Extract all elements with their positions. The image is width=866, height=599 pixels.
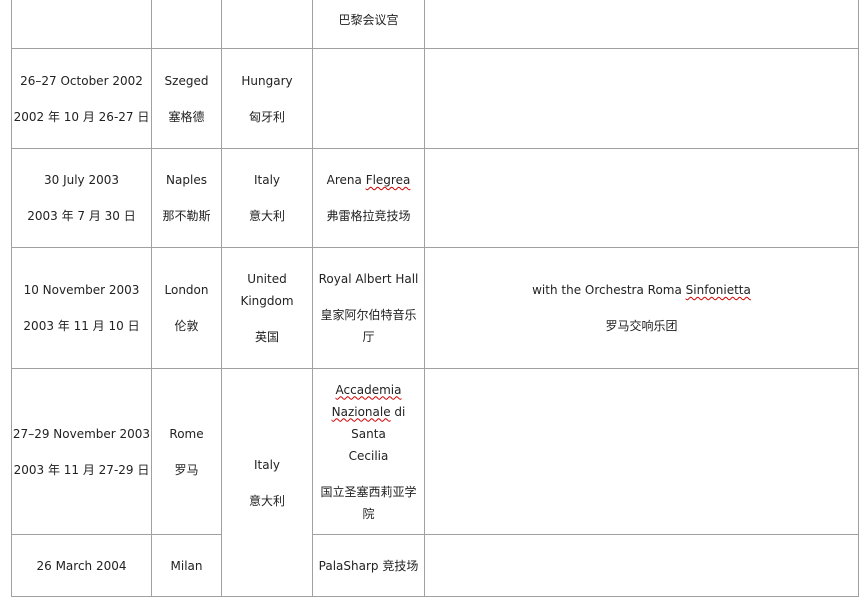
city-cell: Rome 罗马 bbox=[152, 369, 221, 534]
date-en: 30 July 2003 bbox=[43, 173, 120, 187]
city-en: Rome bbox=[169, 426, 204, 441]
date-zh: 2003 年 11 月 27-29 日 bbox=[13, 462, 150, 477]
venue-zh: 巴黎会议宫 bbox=[338, 13, 399, 27]
date-zh: 2003 年 11 月 10 日 bbox=[23, 319, 140, 333]
city-cell: Milan bbox=[152, 535, 221, 596]
notes-en: with the Orchestra Roma Sinfonietta bbox=[532, 279, 751, 301]
venue-en-line3: Cecilia bbox=[348, 448, 389, 463]
date-cell: 27–29 November 2003 2003 年 11 月 27-29 日 bbox=[12, 369, 151, 534]
date-en: 27–29 November 2003 bbox=[12, 426, 151, 441]
venue-cell: Royal Albert Hall 皇家阿尔伯特音乐 厅 bbox=[313, 248, 424, 368]
city-zh: 那不勒斯 bbox=[162, 209, 211, 223]
city-en: Milan bbox=[170, 558, 203, 573]
city-en: Naples bbox=[166, 173, 207, 187]
city-cell: Szeged 塞格德 bbox=[152, 49, 221, 148]
country-en: Italy bbox=[253, 457, 281, 472]
date-en: 26–27 October 2002 bbox=[20, 73, 143, 88]
date-cell: 30 July 2003 2003 年 7 月 30 日 bbox=[12, 149, 151, 247]
country-en: Italy bbox=[253, 173, 281, 187]
venue-zh-line1: 皇家阿尔伯特音乐 bbox=[320, 308, 417, 322]
venue-en-line2: Nazionale di Santa bbox=[313, 401, 424, 445]
venue-en-part: Arena bbox=[326, 173, 366, 187]
venue-zh: 弗雷格拉竞技场 bbox=[326, 209, 411, 223]
table-border bbox=[858, 0, 859, 597]
city-en: Szeged bbox=[164, 73, 209, 88]
city-zh: 罗马 bbox=[174, 462, 199, 477]
city-zh: 塞格德 bbox=[168, 109, 205, 124]
city-zh: 伦敦 bbox=[174, 319, 199, 333]
country-zh: 匈牙利 bbox=[248, 109, 285, 124]
venue-cell: Accademia Nazionale di Santa Cecilia 国立圣… bbox=[313, 369, 424, 534]
country-cell: Italy 意大利 bbox=[222, 369, 312, 596]
country-cell: Italy 意大利 bbox=[222, 149, 312, 247]
notes-en-flagged-word: Sinfonietta bbox=[685, 283, 751, 297]
venue-en: PalaSharp 竞技场 bbox=[318, 558, 419, 573]
notes-cell: with the Orchestra Roma Sinfonietta 罗马交响… bbox=[425, 248, 858, 368]
country-zh: 英国 bbox=[254, 330, 279, 344]
venue-zh-line2: 厅 bbox=[362, 330, 375, 344]
city-cell: London 伦敦 bbox=[152, 248, 221, 368]
country-zh: 意大利 bbox=[248, 209, 285, 223]
city-en: London bbox=[164, 283, 209, 297]
country-cell: Hungary 匈牙利 bbox=[222, 49, 312, 148]
venue-zh-line2: 院 bbox=[362, 506, 375, 521]
city-cell: Naples 那不勒斯 bbox=[152, 149, 221, 247]
table-border bbox=[11, 596, 859, 597]
venue-cell: PalaSharp 竞技场 bbox=[313, 535, 424, 596]
venue-zh-line1: 国立圣塞西莉亚学 bbox=[320, 484, 417, 499]
date-zh: 2003 年 7 月 30 日 bbox=[27, 209, 136, 223]
venue-en-flagged-word: Nazionale bbox=[331, 404, 391, 419]
date-cell: 26–27 October 2002 2002 年 10 月 26-27 日 bbox=[12, 49, 151, 148]
venue-en: Royal Albert Hall bbox=[318, 272, 419, 286]
country-en-line1: United bbox=[247, 272, 287, 286]
notes-zh: 罗马交响乐团 bbox=[605, 319, 678, 333]
venue-en-line1: Accademia bbox=[335, 382, 402, 397]
venue-cell: 巴黎会议宫 bbox=[313, 0, 424, 40]
date-zh: 2002 年 10 月 26-27 日 bbox=[13, 109, 150, 124]
country-cell: United Kingdom 英国 bbox=[222, 248, 312, 368]
venue-en: Arena Flegrea bbox=[327, 169, 411, 191]
date-cell: 26 March 2004 bbox=[12, 535, 151, 596]
venue-en-flagged-word: Flegrea bbox=[365, 173, 411, 187]
date-en: 10 November 2003 bbox=[23, 283, 140, 297]
venue-cell: Arena Flegrea 弗雷格拉竞技场 bbox=[313, 149, 424, 247]
date-en: 26 March 2004 bbox=[36, 558, 127, 573]
country-zh: 意大利 bbox=[248, 493, 285, 508]
notes-en-part: with the Orchestra Roma bbox=[532, 283, 686, 297]
date-cell: 10 November 2003 2003 年 11 月 10 日 bbox=[12, 248, 151, 368]
country-en: Hungary bbox=[241, 73, 293, 88]
country-en-line2: Kingdom bbox=[240, 294, 294, 308]
tour-table: 巴黎会议宫 26–27 October 2002 2002 年 10 月 26-… bbox=[0, 0, 866, 599]
